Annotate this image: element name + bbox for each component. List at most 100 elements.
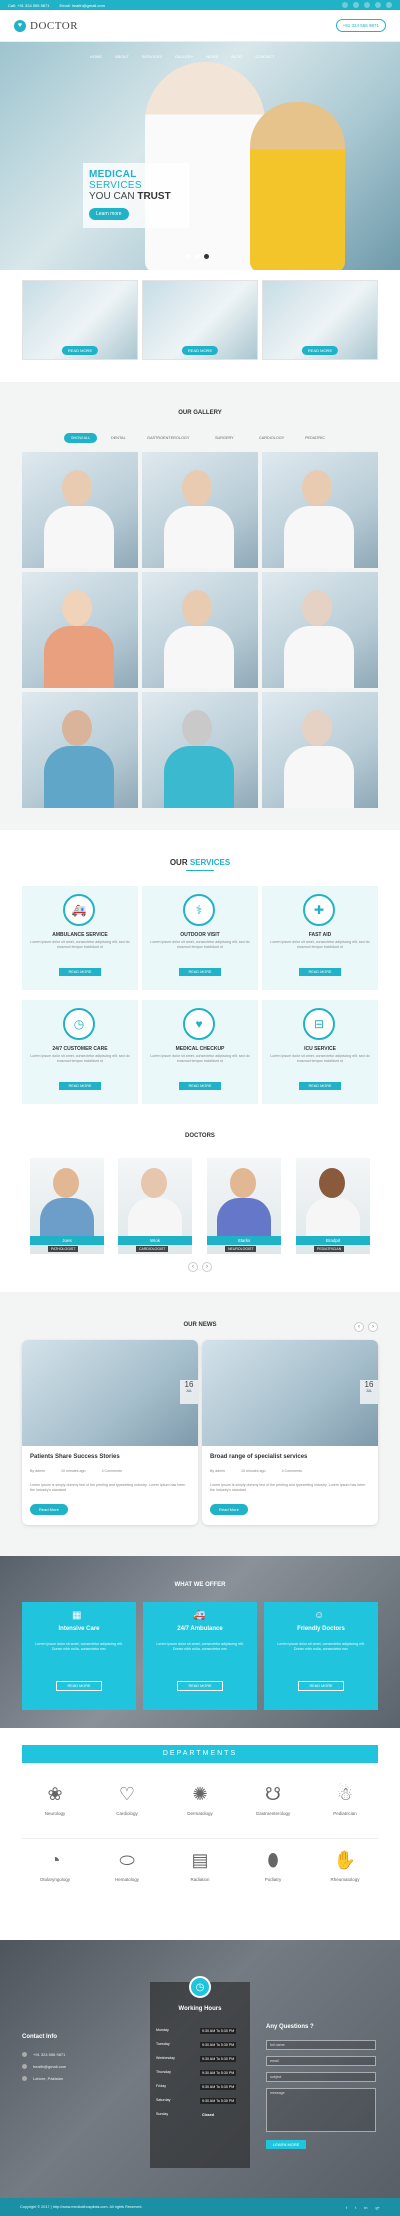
slider-dot[interactable]	[195, 254, 200, 259]
news-excerpt: Lorem ipsum is simply dummy text of the …	[210, 1483, 366, 1493]
gallery-image[interactable]	[142, 452, 258, 568]
foot-icon: ⬮	[267, 1850, 279, 1870]
filter-show-all[interactable]: SHOW ALL	[64, 433, 98, 443]
doctors-prev-button[interactable]: ‹	[188, 1262, 198, 1272]
news-title: OUR NEWS	[183, 1322, 217, 1328]
header-phone-button[interactable]: +91 324 556 9871	[335, 19, 386, 32]
news-date: 16 JUL	[180, 1380, 198, 1404]
department-item[interactable]: ⬮ Podiatry	[238, 1848, 308, 1900]
gallery-image[interactable]	[262, 572, 378, 688]
gallery-image[interactable]	[22, 572, 138, 688]
linkedin-icon[interactable]	[364, 2, 370, 8]
news-card: 16 JUL Patients Share Success Stories By …	[22, 1340, 198, 1525]
ear-icon: ◔	[49, 1850, 61, 1870]
service-card: ⊟ ICU SERVICE Lorem ipsum dolor sit amet…	[262, 1000, 378, 1104]
feature-read-more-button[interactable]: READ MORE	[61, 346, 99, 355]
nav-gallery[interactable]: GALLERY	[175, 54, 193, 59]
doctor-card[interactable]: Wiok CARDIOLOGIST	[118, 1158, 192, 1254]
feature-read-more-button[interactable]: READ MORE	[301, 346, 339, 355]
doctor-card[interactable]: Joes PATHOLOGIST	[30, 1158, 104, 1254]
news-next-button[interactable]: ›	[368, 1322, 378, 1332]
contact-phone: +91 324 556 9871	[22, 2052, 65, 2057]
service-read-more-button[interactable]: READ MORE	[179, 968, 221, 976]
department-label: Cardiology	[116, 1811, 138, 1816]
filter-dental[interactable]: DENTAL	[104, 433, 133, 443]
doctor-card[interactable]: Bradpit PEDIATRICIAN	[296, 1158, 370, 1254]
news-image[interactable]	[22, 1340, 198, 1446]
linkedin-icon[interactable]: in	[364, 2205, 367, 2210]
feature-card: READ MORE	[262, 280, 378, 360]
filter-gastroenterology[interactable]: GASTROENTEROLOGY	[140, 433, 196, 443]
filter-surgery[interactable]: SURGERY	[208, 433, 241, 443]
slider-dot-active[interactable]	[204, 254, 209, 259]
department-item[interactable]: ❀ Neurology	[20, 1782, 90, 1834]
gallery-image[interactable]	[142, 692, 258, 808]
google-plus-icon[interactable]: g+	[375, 2205, 380, 2210]
message-field[interactable]: message	[266, 2088, 376, 2132]
gallery-image[interactable]	[142, 572, 258, 688]
children-icon: ☃	[336, 1784, 354, 1804]
service-read-more-button[interactable]: READ MORE	[179, 1082, 221, 1090]
email-field[interactable]: email	[266, 2056, 376, 2066]
news-headline[interactable]: Broad range of specialist services	[210, 1454, 307, 1460]
news-read-more-button[interactable]: Read More	[210, 1504, 248, 1515]
nav-blog[interactable]: BLOG	[231, 54, 242, 59]
department-item[interactable]: ✺ Dermatology	[165, 1782, 235, 1834]
copyright-bar: Copyright © 2017 | http://www.medicalhos…	[0, 2198, 400, 2216]
department-item[interactable]: ☋ Gastroenterology	[238, 1782, 308, 1834]
news-image[interactable]	[202, 1340, 378, 1446]
twitter-icon[interactable]	[353, 2, 359, 8]
service-read-more-button[interactable]: READ MORE	[299, 1082, 341, 1090]
nav-news[interactable]: NEWS	[206, 54, 218, 59]
gallery-image[interactable]	[22, 452, 138, 568]
nav-services[interactable]: SERVICES	[142, 54, 162, 59]
subject-field[interactable]: subject	[266, 2072, 376, 2082]
mail-icon	[22, 2064, 27, 2069]
full-name-field[interactable]: full name	[266, 2040, 376, 2050]
send-button[interactable]: LEARN MORE	[266, 2140, 307, 2149]
facebook-icon[interactable]: f	[346, 2205, 347, 2210]
slider-dot[interactable]	[186, 254, 191, 259]
facebook-icon[interactable]	[342, 2, 348, 8]
department-item[interactable]: ✋ Rheumatology	[310, 1848, 380, 1900]
news-read-more-button[interactable]: Read More	[30, 1504, 68, 1515]
offer-read-more-button[interactable]: READ MORE	[56, 1681, 102, 1691]
nav-contact[interactable]: CONTACT	[255, 54, 274, 59]
logo-text[interactable]: DOCTOR	[30, 20, 78, 32]
offer-read-more-button[interactable]: READ MORE	[177, 1681, 223, 1691]
news-comments[interactable]: 4 Comments	[282, 1469, 302, 1473]
news-headline[interactable]: Patients Share Success Stories	[30, 1454, 120, 1460]
news-prev-button[interactable]: ‹	[354, 1322, 364, 1332]
xray-icon: ▤	[191, 1850, 209, 1870]
pinterest-icon[interactable]	[386, 2, 392, 8]
google-plus-icon[interactable]	[375, 2, 381, 8]
service-read-more-button[interactable]: READ MORE	[299, 968, 341, 976]
department-item[interactable]: ♡ Cardiology	[92, 1782, 162, 1834]
service-title: AMBULANCE SERVICE	[52, 932, 108, 938]
offer-read-more-button[interactable]: READ MORE	[298, 1681, 344, 1691]
hero-learn-more-button[interactable]: Learn more	[89, 208, 129, 220]
department-item[interactable]: ▤ Radiation	[165, 1848, 235, 1900]
department-item[interactable]: ⬭ Hematology	[92, 1848, 162, 1900]
gallery-image[interactable]	[22, 692, 138, 808]
department-label: Pediatrician	[333, 1811, 357, 1816]
filter-cardiology[interactable]: CARDIOLOGY	[252, 433, 291, 443]
twitter-icon[interactable]: t	[355, 2205, 356, 2210]
nav-about[interactable]: ABOUT	[115, 54, 129, 59]
gallery-image[interactable]	[262, 452, 378, 568]
nav-home[interactable]: HOME	[90, 54, 102, 59]
gallery-image[interactable]	[262, 692, 378, 808]
service-read-more-button[interactable]: READ MORE	[59, 1082, 101, 1090]
doctors-next-button[interactable]: ›	[202, 1262, 212, 1272]
service-read-more-button[interactable]: READ MORE	[59, 968, 101, 976]
offer-card-text: Lorem ipsum dolor sit amet, consectetur …	[277, 1642, 365, 1652]
hours-row: Tuesday 9:30 AM To 5:30 PM	[156, 2042, 237, 2048]
department-item[interactable]: ☃ Pediatrician	[310, 1782, 380, 1834]
feature-read-more-button[interactable]: READ MORE	[181, 346, 219, 355]
logo-icon[interactable]: ♥	[14, 19, 26, 32]
department-item[interactable]: ◔ Otolaryngology	[20, 1848, 90, 1900]
filter-pediatric[interactable]: PEDIATRIC	[298, 433, 332, 443]
news-comments[interactable]: 4 Comments	[102, 1469, 122, 1473]
contact-email[interactable]: health@gmail.com	[22, 2064, 66, 2069]
doctor-card[interactable]: Starks NEUROLOGIST	[207, 1158, 281, 1254]
